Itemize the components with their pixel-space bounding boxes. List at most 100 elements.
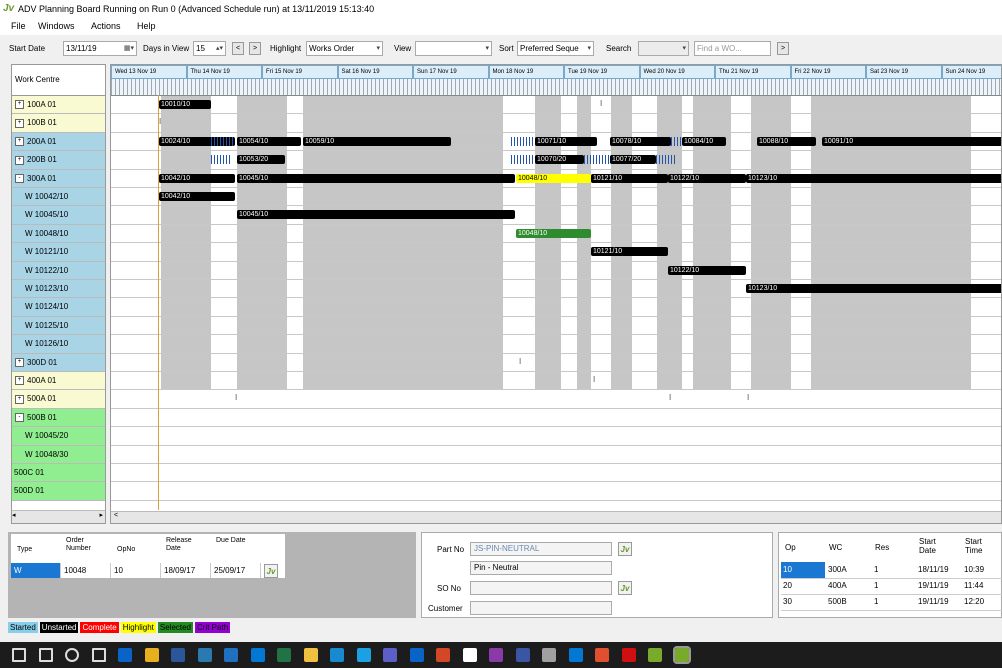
find-go-button[interactable]: > xyxy=(777,42,789,55)
short-operation-marks[interactable] xyxy=(511,155,535,165)
work-centre-row[interactable]: W 10123/10 xyxy=(12,280,105,299)
operation-marker[interactable]: I xyxy=(747,393,749,402)
schedule-bar[interactable]: 10071/10 xyxy=(535,136,597,146)
operation-marker[interactable]: I xyxy=(519,357,521,366)
so-no-field[interactable] xyxy=(470,581,612,595)
schedule-bar[interactable]: 10010/10 xyxy=(159,100,211,109)
scroll-left-icon[interactable]: ◂ xyxy=(12,512,16,519)
jv-icon[interactable] xyxy=(648,648,662,662)
work-centre-scrollbar[interactable]: ◂ ▸ xyxy=(12,510,105,523)
customer-field[interactable] xyxy=(470,601,612,615)
chrome-icon[interactable] xyxy=(144,648,159,662)
operation-marker[interactable]: I xyxy=(600,99,602,108)
schedule-bar[interactable]: 10048/10 xyxy=(516,228,591,238)
expand-icon[interactable]: + xyxy=(15,100,24,110)
operation-row[interactable]: 20 400A 1 19/11/19 11:44 xyxy=(781,578,1002,595)
work-centre-row[interactable]: W 10045/10 xyxy=(12,206,105,225)
work-centre-row[interactable]: -300A 01 xyxy=(12,169,105,188)
teams-icon[interactable] xyxy=(383,648,397,662)
prev-day-button[interactable]: < xyxy=(232,42,244,55)
expand-icon[interactable]: + xyxy=(15,118,24,128)
calendar-icon[interactable]: ▦▾ xyxy=(124,44,134,52)
order-opno-cell[interactable]: 10 xyxy=(111,563,161,578)
work-centre-row[interactable]: W 10121/10 xyxy=(12,243,105,262)
schedule-bar[interactable]: 10091/10 xyxy=(822,136,1001,146)
work-centre-row[interactable]: +400A 01 xyxy=(12,372,105,391)
ie-icon[interactable] xyxy=(356,648,371,662)
powerpoint-icon[interactable] xyxy=(436,648,450,662)
days-in-view-spinner[interactable]: 15 ▴▾ xyxy=(193,41,226,56)
expand-icon[interactable]: + xyxy=(15,376,24,386)
short-operation-marks[interactable] xyxy=(211,155,231,165)
operation-row[interactable]: 30 500B 1 19/11/19 12:20 xyxy=(781,594,1002,611)
work-centre-row[interactable]: W 10048/10 xyxy=(12,224,105,244)
schedule-bar[interactable]: 10084/10 xyxy=(682,136,726,146)
order-release-cell[interactable]: 18/09/17 xyxy=(161,563,211,578)
work-centre-row[interactable]: 500C 01 xyxy=(12,464,105,483)
order-number-cell[interactable]: 10048 xyxy=(61,563,111,578)
short-operation-marks[interactable] xyxy=(211,136,235,146)
schedule-bar[interactable]: 10121/10 xyxy=(591,247,668,257)
work-centre-row[interactable]: W 10124/10 xyxy=(12,298,105,317)
schedule-bar[interactable]: 10042/10 xyxy=(159,173,235,183)
jv-open-order-button[interactable]: Jv xyxy=(264,564,278,578)
photos-icon[interactable] xyxy=(409,648,424,662)
schedule-bar[interactable]: 10077/20 xyxy=(610,155,656,165)
jv-open-part-button[interactable]: Jv xyxy=(618,542,632,556)
search-select[interactable]: ▾ xyxy=(638,41,689,56)
operation-marker[interactable]: I xyxy=(159,117,161,126)
schedule-bar[interactable]: 10122/10 xyxy=(668,173,746,183)
schedule-bar[interactable]: 10122/10 xyxy=(668,265,746,275)
operation-marker[interactable]: I xyxy=(235,393,237,402)
gantt-chart[interactable]: Wed 13 Nov 19 Thu 14 Nov 19 Fri 15 Nov 19 S… xyxy=(110,64,1002,524)
jv-active-icon[interactable] xyxy=(672,646,691,664)
start-icon[interactable] xyxy=(12,648,26,662)
schedule-bar[interactable]: 10053/20 xyxy=(237,155,285,165)
expand-icon[interactable]: + xyxy=(15,394,24,404)
search-icon[interactable] xyxy=(38,648,53,662)
find-wo-input[interactable]: Find a WO... xyxy=(694,41,771,56)
schedule-bar[interactable]: 10054/10 xyxy=(237,136,301,146)
word-icon[interactable] xyxy=(171,648,185,662)
paint2-icon[interactable] xyxy=(595,648,609,662)
view-select[interactable]: ▾ xyxy=(415,41,492,56)
menu-help[interactable]: Help xyxy=(137,21,156,31)
scroll-left-icon[interactable]: < xyxy=(114,512,118,519)
calendar-icon[interactable] xyxy=(489,648,503,662)
operation-row[interactable]: 10 300A 1 18/11/19 10:39 xyxy=(781,562,1002,579)
expand-icon[interactable]: + xyxy=(15,137,24,147)
work-centre-row[interactable]: W 10126/10 xyxy=(12,335,105,354)
schedule-bar[interactable]: 10045/10 xyxy=(237,210,515,220)
folder-icon[interactable] xyxy=(303,648,318,662)
edge-icon[interactable] xyxy=(330,648,344,662)
schedule-bar[interactable]: 10088/10 xyxy=(757,136,816,146)
part-no-field[interactable]: JS-PIN-NEUTRAL xyxy=(470,542,612,556)
short-operation-marks[interactable] xyxy=(511,136,535,146)
schedule-bar[interactable]: 10123/10 xyxy=(746,173,1001,183)
schedule-bar[interactable]: 10042/10 xyxy=(159,192,235,201)
menu-windows[interactable]: Windows xyxy=(38,21,75,31)
visio-icon[interactable] xyxy=(515,648,530,662)
highlight-select[interactable]: Works Order ▾ xyxy=(306,41,383,56)
paint-icon[interactable] xyxy=(197,648,212,662)
work-centre-row[interactable]: +300D 01 xyxy=(12,353,105,372)
schedule-bar[interactable]: 10123/10 xyxy=(746,284,1001,293)
menu-file[interactable]: File xyxy=(11,21,26,31)
work-centre-row[interactable]: +100B 01 xyxy=(12,114,105,133)
work-centre-row[interactable]: +200A 01 xyxy=(12,132,105,152)
sql-icon[interactable] xyxy=(542,648,556,662)
collapse-icon[interactable]: - xyxy=(15,413,24,423)
cortana-icon[interactable] xyxy=(65,648,79,662)
work-centre-row[interactable]: +100A 01 xyxy=(12,96,105,115)
short-operation-marks[interactable] xyxy=(656,155,677,165)
operation-marker[interactable]: I xyxy=(593,375,595,384)
order-due-cell[interactable]: 25/09/17 xyxy=(211,563,261,578)
work-centre-row[interactable]: W 10042/10 xyxy=(12,188,105,207)
jv-open-so-button[interactable]: Jv xyxy=(618,581,632,595)
outlook-icon[interactable] xyxy=(118,648,132,662)
operation-marker[interactable]: I xyxy=(669,393,671,402)
short-operation-marks[interactable] xyxy=(584,155,610,165)
work-centre-row[interactable]: +500A 01 xyxy=(12,390,105,409)
part-description-field[interactable]: Pin - Neutral xyxy=(470,561,612,575)
work-centre-row[interactable]: 500D 01 xyxy=(12,482,105,501)
